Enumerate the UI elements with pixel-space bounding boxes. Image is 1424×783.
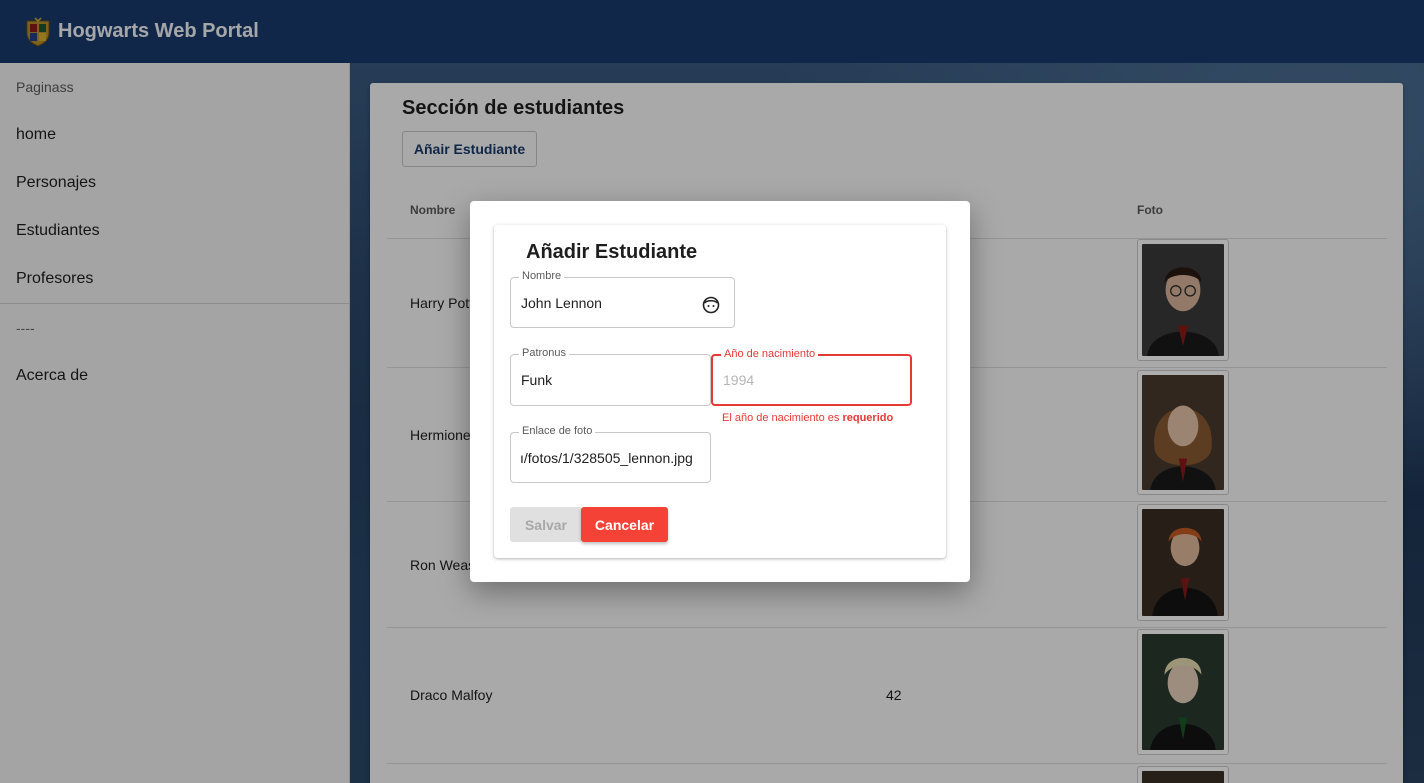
save-button[interactable]: Salvar: [510, 507, 582, 542]
photo-link-field[interactable]: Enlace de foto: [510, 425, 711, 483]
birth-year-error: El año de nacimiento es requerido: [722, 412, 893, 424]
error-strong-text: requerido: [842, 412, 894, 424]
error-text: El año de nacimiento es: [722, 412, 843, 424]
add-student-form: Añadir Estudiante Nombre Patronus Año de…: [494, 225, 946, 558]
nombre-input[interactable]: [521, 278, 694, 327]
patronus-field[interactable]: Patronus: [510, 347, 711, 406]
photo-link-input[interactable]: [520, 433, 701, 482]
cancel-button[interactable]: Cancelar: [581, 507, 668, 542]
face-icon: [702, 296, 720, 314]
birth-year-field[interactable]: Año de nacimiento: [711, 348, 912, 406]
add-student-dialog: Añadir Estudiante Nombre Patronus Año de…: [470, 201, 970, 582]
dialog-title: Añadir Estudiante: [526, 241, 698, 263]
patronus-input[interactable]: [521, 355, 700, 405]
birth-year-input[interactable]: [723, 356, 900, 404]
nombre-field[interactable]: Nombre: [510, 270, 735, 328]
